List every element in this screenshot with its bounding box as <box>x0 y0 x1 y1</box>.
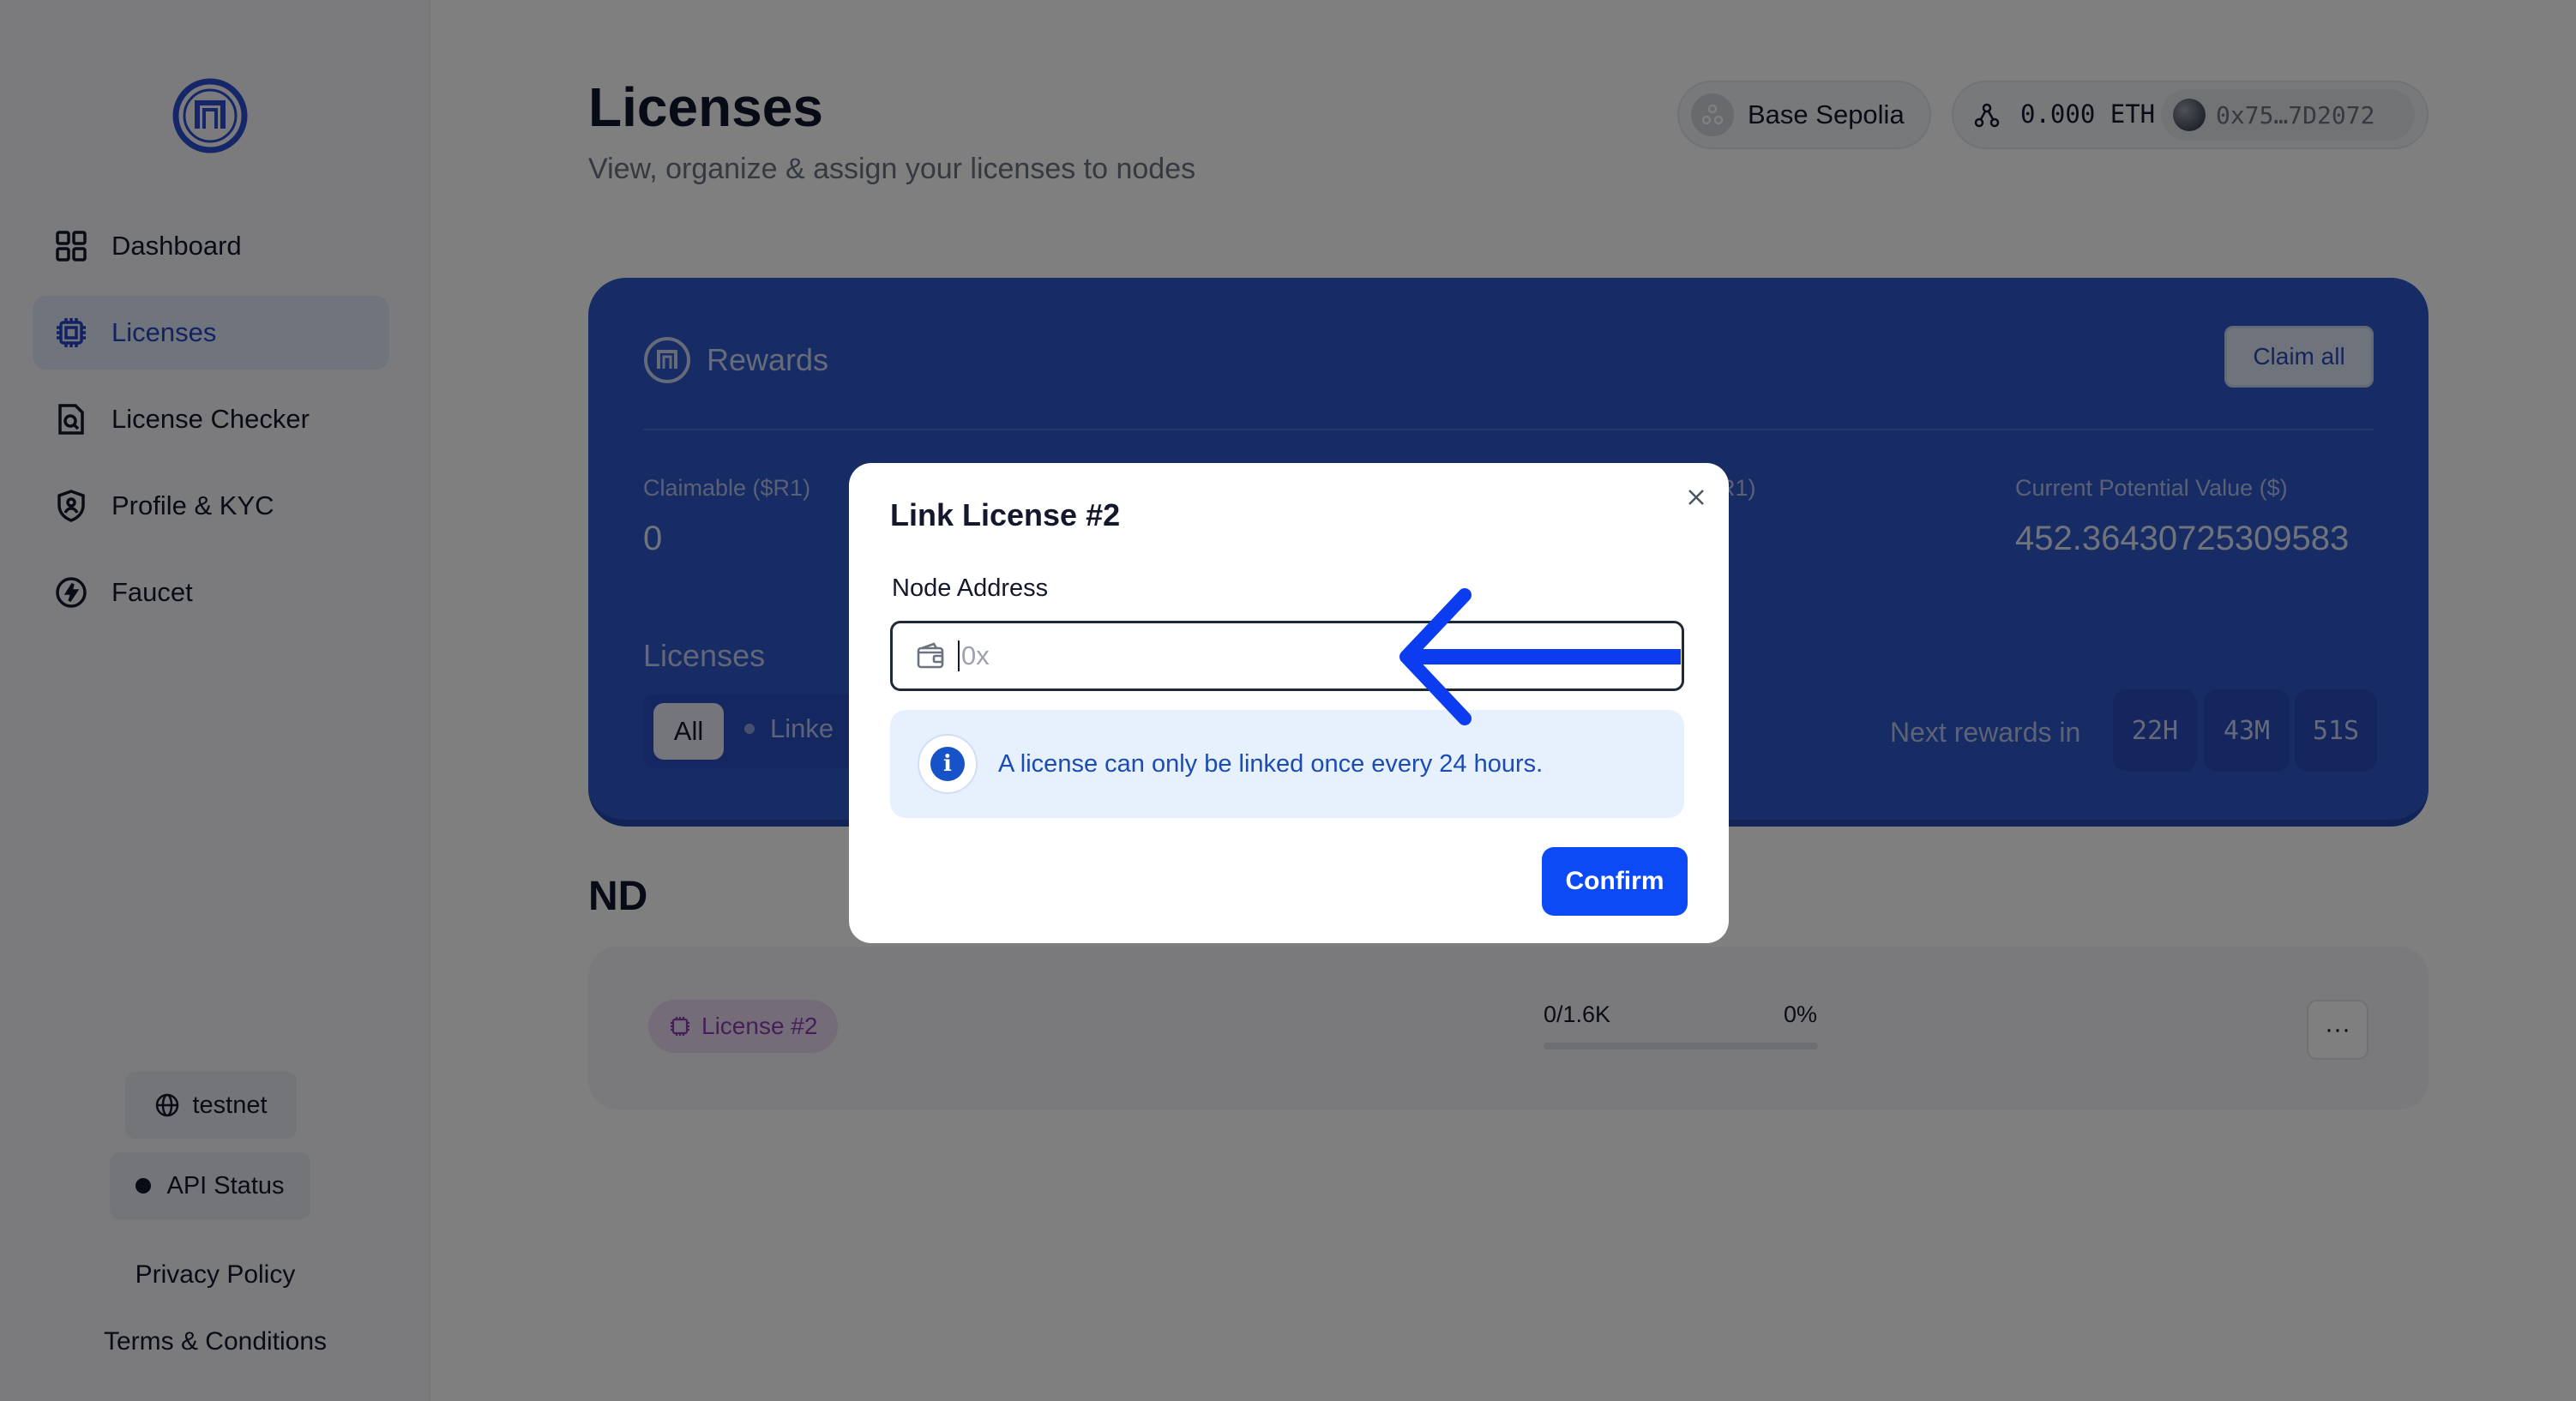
annotation-arrow-icon <box>1399 588 1681 725</box>
close-icon <box>1688 490 1704 505</box>
info-text: A license can only be linked once every … <box>998 749 1544 778</box>
info-icon: i <box>918 734 978 794</box>
close-button[interactable] <box>1679 480 1713 514</box>
confirm-button[interactable]: Confirm <box>1542 847 1688 916</box>
modal-title: Link License #2 <box>890 497 1121 532</box>
node-address-label: Node Address <box>892 574 1049 602</box>
wallet-icon <box>915 640 946 671</box>
